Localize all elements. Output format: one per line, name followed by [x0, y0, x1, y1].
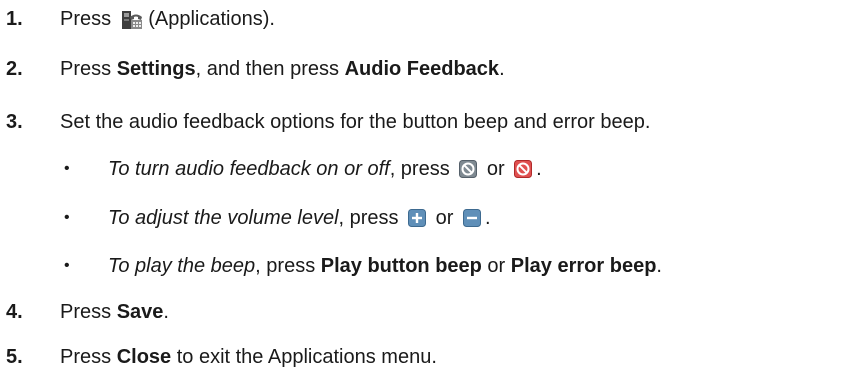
plus-icon — [408, 209, 427, 227]
bullet-text: To adjust the volume level , press or . — [108, 206, 491, 229]
bullet-mark: • — [64, 257, 70, 274]
step-text: Press Close to exit the Applications men… — [60, 345, 437, 368]
bullet-mark: • — [64, 209, 70, 226]
step-number: 3. — [6, 110, 23, 133]
applications-phone-icon — [121, 10, 142, 29]
close-label: Close — [116, 345, 172, 368]
bullet-text: To turn audio feedback on or off , press… — [108, 157, 542, 180]
step-text: Press (Applications). — [60, 7, 275, 30]
step-number: 4. — [6, 300, 23, 323]
step-text: Set the audio feedback options for the b… — [60, 110, 651, 133]
settings-label: Settings — [116, 57, 196, 80]
play-button-beep-label: Play button beep — [320, 254, 482, 277]
audio-feedback-label: Audio Feedback — [344, 57, 500, 80]
bullet-mark: • — [64, 160, 70, 177]
audio-off-icon — [514, 160, 533, 178]
step-number: 1. — [6, 7, 23, 30]
play-error-beep-label: Play error beep — [510, 254, 657, 277]
step-text: Press Save . — [60, 300, 169, 323]
step-text: Press Settings , and then press Audio Fe… — [60, 57, 505, 80]
save-label: Save — [116, 300, 164, 323]
audio-on-icon — [459, 160, 478, 178]
minus-icon — [463, 209, 481, 227]
step-number: 2. — [6, 57, 23, 80]
step-number: 5. — [6, 345, 23, 368]
bullet-text: To play the beep , press Play button bee… — [108, 254, 662, 277]
